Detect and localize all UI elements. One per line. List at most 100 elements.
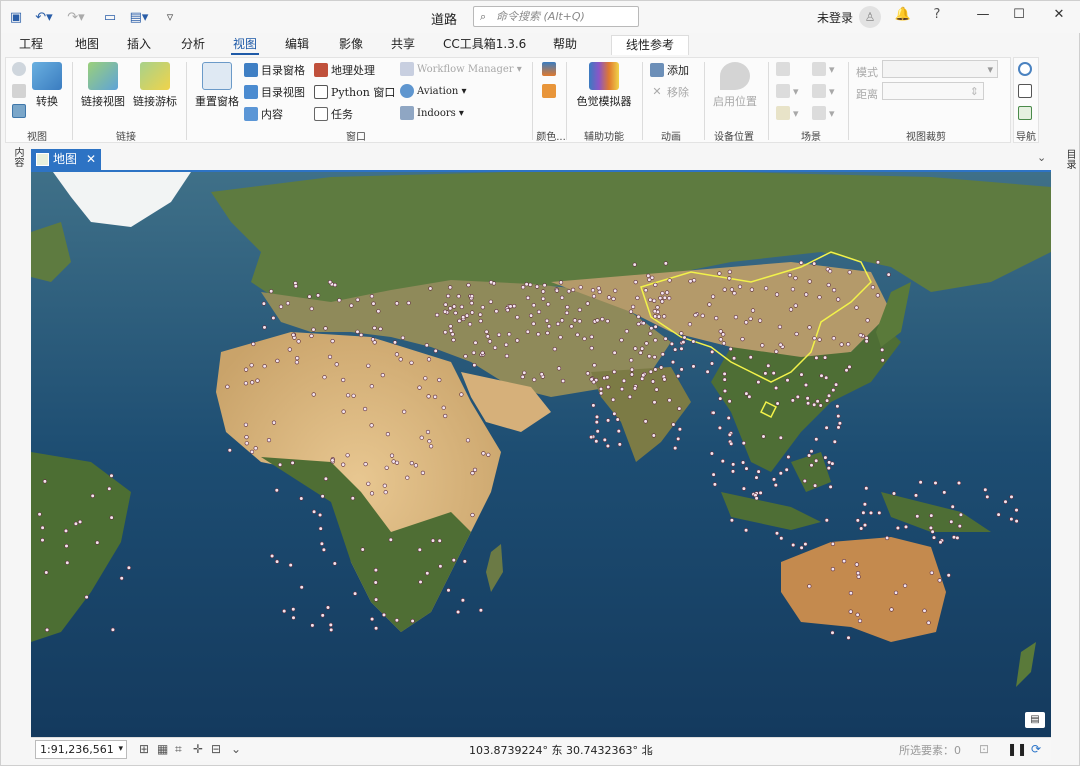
city-point[interactable] <box>554 288 560 293</box>
city-point[interactable] <box>532 377 537 382</box>
city-point[interactable] <box>730 469 736 474</box>
city-point[interactable] <box>805 396 810 401</box>
city-point[interactable] <box>660 352 665 357</box>
distance-input[interactable]: ⇕ <box>882 82 984 100</box>
city-point[interactable] <box>467 322 473 327</box>
city-point[interactable] <box>856 574 861 579</box>
city-point[interactable] <box>266 438 272 443</box>
city-point[interactable] <box>448 285 453 290</box>
city-point[interactable] <box>1009 517 1014 522</box>
city-point[interactable] <box>45 627 50 633</box>
city-point[interactable] <box>750 308 756 313</box>
city-point[interactable] <box>372 325 377 331</box>
city-point[interactable] <box>451 337 456 343</box>
city-point[interactable] <box>525 295 531 300</box>
city-point[interactable] <box>673 446 678 451</box>
city-point[interactable] <box>595 429 600 434</box>
city-point[interactable] <box>594 439 599 444</box>
city-point[interactable] <box>598 391 604 396</box>
city-point[interactable] <box>417 385 422 390</box>
city-point[interactable] <box>496 332 502 337</box>
city-point[interactable] <box>577 319 582 324</box>
city-point[interactable] <box>373 568 379 573</box>
city-point[interactable] <box>660 291 665 296</box>
city-point[interactable] <box>929 513 934 518</box>
city-point[interactable] <box>1009 494 1014 500</box>
city-point[interactable] <box>328 622 333 628</box>
city-point[interactable] <box>565 305 570 310</box>
city-point[interactable] <box>470 471 475 476</box>
city-point[interactable] <box>405 475 410 480</box>
city-point[interactable] <box>929 570 934 575</box>
city-point[interactable] <box>452 304 457 309</box>
map-view-tab[interactable]: 地图 ✕ <box>31 149 101 170</box>
city-point[interactable] <box>862 502 868 507</box>
city-point[interactable] <box>681 340 686 345</box>
city-point[interactable] <box>653 367 658 372</box>
city-point[interactable] <box>774 292 780 297</box>
city-point[interactable] <box>791 542 796 548</box>
city-point[interactable] <box>823 455 828 460</box>
scene-icon[interactable] <box>12 84 29 98</box>
city-point[interactable] <box>705 369 710 374</box>
city-point[interactable] <box>73 521 79 526</box>
city-point[interactable] <box>662 377 667 382</box>
city-point[interactable] <box>710 349 715 354</box>
city-point[interactable] <box>535 284 540 289</box>
city-point[interactable] <box>555 321 561 326</box>
city-point[interactable] <box>651 433 656 438</box>
city-point[interactable] <box>931 535 937 540</box>
city-point[interactable] <box>95 540 100 545</box>
city-point[interactable] <box>606 384 611 390</box>
city-point[interactable] <box>370 617 375 622</box>
city-point[interactable] <box>788 307 794 312</box>
city-point[interactable] <box>430 538 436 543</box>
color-vision-simulator-button[interactable]: 色觉模拟器 <box>572 62 636 109</box>
scene-tool-4-icon[interactable]: ▾ <box>812 84 835 98</box>
city-point[interactable] <box>320 494 325 499</box>
city-point[interactable] <box>484 329 489 334</box>
city-point[interactable] <box>624 329 629 334</box>
city-point[interactable] <box>429 444 434 449</box>
city-point[interactable] <box>566 289 572 294</box>
city-point[interactable] <box>605 418 611 423</box>
city-point[interactable] <box>814 458 819 463</box>
city-point[interactable] <box>727 399 732 404</box>
city-point[interactable] <box>822 355 828 360</box>
city-point[interactable] <box>380 373 385 378</box>
city-point[interactable] <box>693 313 698 318</box>
redo-icon[interactable]: ↷▾ <box>63 7 89 27</box>
city-point[interactable] <box>673 347 678 352</box>
city-point[interactable] <box>459 392 464 397</box>
city-point[interactable] <box>589 435 594 440</box>
city-point[interactable] <box>90 493 95 499</box>
city-point[interactable] <box>647 354 652 359</box>
city-point[interactable] <box>729 287 735 292</box>
city-point[interactable] <box>536 332 541 337</box>
city-point[interactable] <box>493 345 498 350</box>
city-point[interactable] <box>478 318 483 324</box>
city-point[interactable] <box>855 571 861 576</box>
city-point[interactable] <box>824 398 830 403</box>
city-point[interactable] <box>652 309 657 314</box>
tab-insert[interactable]: 插入 <box>125 35 153 55</box>
city-point[interactable] <box>512 304 517 309</box>
city-point[interactable] <box>942 490 947 495</box>
city-point[interactable] <box>864 339 869 344</box>
city-point[interactable] <box>307 294 312 299</box>
city-point[interactable] <box>334 362 339 367</box>
city-point[interactable] <box>291 607 296 612</box>
catalog-pane-button[interactable]: 目录窗格 <box>244 62 305 78</box>
city-point[interactable] <box>857 618 863 624</box>
city-point[interactable] <box>930 529 935 534</box>
city-point[interactable] <box>729 441 734 446</box>
refresh-disabled-icon[interactable]: ⊡ <box>979 742 989 756</box>
city-point[interactable] <box>418 579 423 585</box>
city-point[interactable] <box>691 364 696 369</box>
scene-tool-3-icon[interactable]: ▾ <box>776 84 799 98</box>
city-point[interactable] <box>691 278 697 283</box>
city-point[interactable] <box>1014 519 1019 524</box>
city-point[interactable] <box>293 283 298 289</box>
enable-location-button[interactable]: 启用位置 <box>710 62 760 109</box>
city-point[interactable] <box>756 380 761 385</box>
